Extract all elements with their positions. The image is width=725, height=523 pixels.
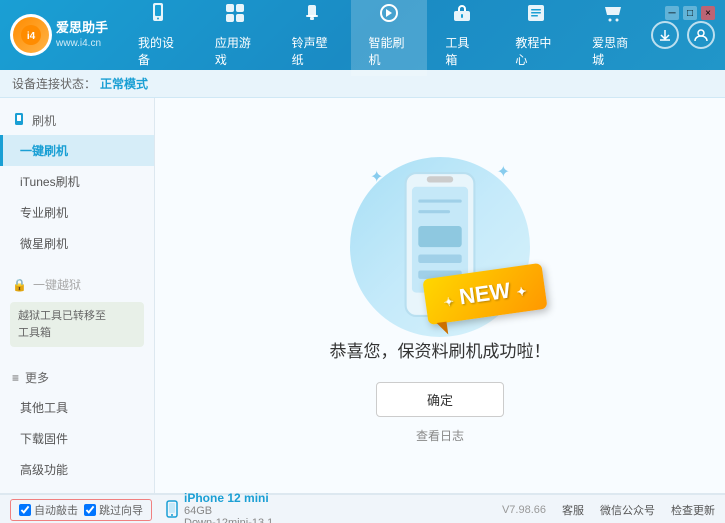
auto-click-checkbox[interactable] (19, 504, 31, 516)
logo-text: 爱思助手 www.i4.cn (56, 20, 108, 50)
check-update-link[interactable]: 检查更新 (671, 502, 715, 518)
nav-toolbox-label: 工具箱 (445, 34, 479, 68)
device-storage: 64GB (184, 505, 273, 517)
more-section-label: 更多 (25, 369, 49, 386)
maximize-button[interactable]: □ (683, 6, 697, 20)
customer-service-link[interactable]: 客服 (562, 502, 584, 518)
confirm-button[interactable]: 确定 (376, 382, 504, 417)
sparkle-1: ✦ (370, 167, 383, 187)
version-text: V7.98.66 (502, 504, 546, 516)
download-button[interactable] (651, 21, 679, 49)
device-name: iPhone 12 mini (184, 491, 273, 505)
phone-small-icon (166, 500, 178, 521)
success-text: 恭喜您，保资料刷机成功啦！ (330, 337, 551, 362)
sidebar: 刷机 一键刷机 iTunes刷机 专业刷机 微星刷机 🔒 一键越狱 越狱工具已转… (0, 98, 155, 493)
close-button[interactable]: × (701, 6, 715, 20)
status-label: 设备连接状态： (12, 75, 96, 92)
nav-tutorial-icon (525, 2, 547, 30)
sidebar-item-other-tools[interactable]: 其他工具 (0, 392, 154, 423)
header: i4 爱思助手 www.i4.cn 我的设备 应用游戏 (0, 0, 725, 70)
nav-items: 我的设备 应用游戏 铃声壁纸 智能刷机 (120, 0, 651, 76)
sidebar-item-itunes-flash[interactable]: iTunes刷机 (0, 166, 154, 197)
auto-click-label: 自动敲击 (34, 502, 78, 518)
sidebar-item-advanced[interactable]: 高级功能 (0, 454, 154, 485)
nav-my-device-icon (147, 2, 169, 30)
nav-tutorial-label: 教程中心 (515, 34, 556, 68)
nav-smart-flash-icon (378, 2, 400, 30)
logo-icon: i4 (13, 17, 49, 53)
minimize-button[interactable]: ─ (665, 6, 679, 20)
jailbreak-notice: 越狱工具已转移至工具箱 (10, 302, 144, 347)
sidebar-item-star-flash[interactable]: 微星刷机 (0, 228, 154, 259)
sidebar-jailbreak-section: 🔒 一键越狱 (0, 271, 154, 298)
nav-ringtones-label: 铃声壁纸 (292, 34, 333, 68)
sidebar-item-download-firmware[interactable]: 下载固件 (0, 423, 154, 454)
status-value: 正常模式 (100, 75, 148, 92)
skip-guide-label: 跳过向导 (99, 502, 143, 518)
lock-icon: 🔒 (12, 278, 27, 292)
device-system: Down-12mini-13,1 (184, 517, 273, 523)
checkbox-skip-guide[interactable]: 跳过向导 (84, 502, 143, 518)
more-section-icon: ≡ (12, 371, 19, 385)
user-button[interactable] (687, 21, 715, 49)
sidebar-section-flash: 刷机 (0, 106, 154, 135)
bottom-left: 自动敲击 跳过向导 iPhone 12 mini 64GB Do (10, 491, 496, 523)
header-right (651, 21, 715, 49)
device-bar: 自动敲击 跳过向导 iPhone 12 mini 64GB Do (0, 494, 725, 523)
flash-section-icon (12, 112, 26, 129)
sidebar-item-pro-flash[interactable]: 专业刷机 (0, 197, 154, 228)
main-layout: 刷机 一键刷机 iTunes刷机 专业刷机 微星刷机 🔒 一键越狱 越狱工具已转… (0, 98, 725, 493)
nav-store-icon (602, 2, 624, 30)
device-info: iPhone 12 mini 64GB Down-12mini-13,1 (166, 491, 273, 523)
bottom-section: 自动敲击 跳过向导 iPhone 12 mini 64GB Do (0, 493, 725, 523)
device-details: iPhone 12 mini 64GB Down-12mini-13,1 (184, 491, 273, 523)
nav-tutorial[interactable]: 教程中心 (497, 0, 574, 76)
nav-store[interactable]: 爱思商城 (574, 0, 651, 76)
nav-toolbox-icon (451, 2, 473, 30)
nav-smart-flash-label: 智能刷机 (369, 34, 410, 68)
window-controls: ─ □ × (665, 6, 715, 20)
nav-apps-icon (224, 2, 246, 30)
nav-apps-label: 应用游戏 (215, 34, 256, 68)
nav-store-label: 爱思商城 (592, 34, 633, 68)
sidebar-section-more: ≡ 更多 (0, 363, 154, 392)
skip-guide-checkbox[interactable] (84, 504, 96, 516)
wechat-public-link[interactable]: 微信公众号 (600, 502, 655, 518)
nav-ringtones[interactable]: 铃声壁纸 (274, 0, 351, 76)
nav-ringtones-icon (301, 2, 323, 30)
nav-toolbox[interactable]: 工具箱 (427, 0, 497, 76)
bottom-right: V7.98.66 客服 微信公众号 检查更新 (502, 502, 715, 518)
sidebar-item-one-click-flash[interactable]: 一键刷机 (0, 135, 154, 166)
nav-my-device-label: 我的设备 (138, 34, 179, 68)
checkbox-group: 自动敲击 跳过向导 (10, 499, 152, 521)
view-log-link[interactable]: 查看日志 (416, 427, 464, 444)
sparkle-2: ✦ (497, 162, 510, 182)
checkbox-auto-click[interactable]: 自动敲击 (19, 502, 78, 518)
logo-circle: i4 (10, 14, 52, 56)
nav-apps-games[interactable]: 应用游戏 (197, 0, 274, 76)
logo-area: i4 爱思助手 www.i4.cn (10, 14, 120, 56)
flash-section-label: 刷机 (32, 112, 56, 129)
nav-my-device[interactable]: 我的设备 (120, 0, 197, 76)
success-illustration: ✦ ✦ ✦ (340, 147, 540, 337)
nav-smart-flash[interactable]: 智能刷机 (351, 0, 428, 76)
content-area: ✦ ✦ ✦ (155, 98, 725, 493)
svg-text:i4: i4 (27, 31, 36, 42)
